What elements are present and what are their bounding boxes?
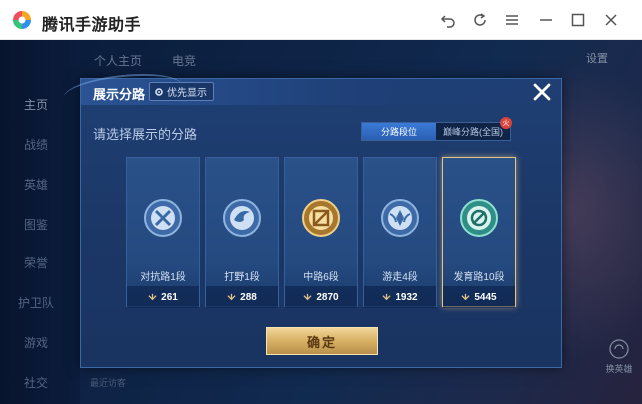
lane-card-stat: 288 [206,286,278,308]
lane-card[interactable]: 游走4段 1932 [363,157,437,308]
lane-card[interactable]: 打野1段 288 [205,157,279,308]
modal-header: 展示分路 优先显示 [61,68,561,116]
lane-card-list: 对抗路1段 261 打野1段 288 中路6段 2870 游走4段 1932 发… [126,157,516,309]
lane-display-modal: 展示分路 优先显示 请选择展示的分路 分路段位 巅峰分路(全国) 火 对抗路1段 [61,68,562,368]
lane-card-name: 打野1段 [224,272,260,283]
modal-close-button[interactable] [529,79,555,105]
tab-lane-rank[interactable]: 分路段位 [362,123,436,140]
lane-card[interactable]: 对抗路1段 261 [126,157,200,308]
gear-icon [155,87,163,96]
points-icon [303,293,312,300]
hot-badge-icon: 火 [500,117,512,129]
wings-crest-icon [381,199,419,237]
window-titlebar: 腾讯手游助手 [0,0,642,40]
lane-card-name: 发育路10段 [453,272,505,283]
lane-card-stat: 261 [127,286,199,308]
wing-icon [223,199,261,237]
tab-peak-lane[interactable]: 巅峰分路(全国) [436,123,510,140]
lane-card-stat: 1932 [364,286,436,308]
lane-mode-toggle: 分路段位 巅峰分路(全国) 火 [361,117,512,141]
lane-card-value: 1932 [395,291,418,303]
priority-display-button[interactable]: 优先显示 [149,82,214,101]
app-logo-icon [13,11,31,29]
lane-card-name: 游走4段 [382,272,418,283]
target-icon [460,199,498,237]
points-icon [382,293,391,300]
confirm-label: 确定 [306,334,337,350]
points-icon [227,293,236,300]
lane-card-value: 288 [240,291,257,303]
back-icon[interactable] [436,8,460,32]
points-icon [461,293,470,300]
menu-icon[interactable] [500,8,524,32]
shield-sword-icon [144,199,182,237]
lane-card-stat: 2870 [285,286,357,308]
lane-card-value: 2870 [316,291,339,303]
modal-subtitle: 请选择展示的分路 [93,127,198,142]
app-title: 腾讯手游助手 [42,17,142,34]
lane-card-name: 对抗路1段 [140,272,186,283]
lane-card-value: 261 [161,291,178,303]
confirm-button[interactable]: 确定 [266,327,378,355]
lane-card-value: 5445 [474,291,497,303]
priority-display-label: 优先显示 [167,88,207,99]
modal-title: 展示分路 [93,87,146,102]
points-icon [148,293,157,300]
lane-card-selected[interactable]: 发育路10段 5445 [442,157,516,308]
staff-icon [302,199,340,237]
minimize-icon[interactable] [534,8,558,32]
close-icon [533,83,551,101]
maximize-icon[interactable] [566,8,590,32]
window-close-icon[interactable] [599,8,623,32]
lane-card-stat: 5445 [443,286,515,308]
refresh-icon[interactable] [468,8,492,32]
lane-card[interactable]: 中路6段 2870 [284,157,358,308]
lane-card-name: 中路6段 [303,272,339,283]
